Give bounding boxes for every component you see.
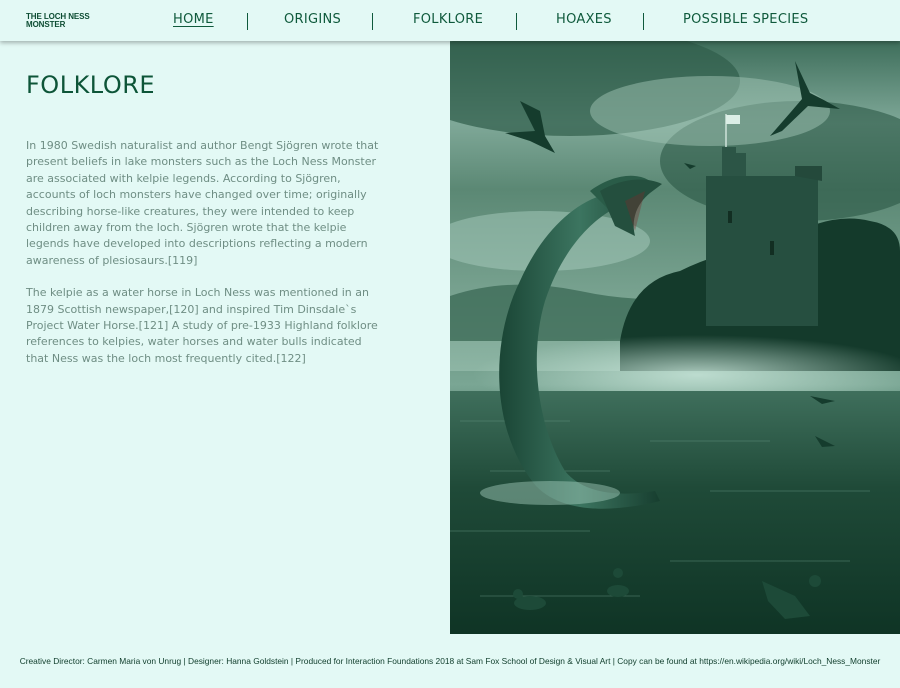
nav-folklore[interactable]: FOLKLORE [413,12,483,27]
loch-ness-illustration [450,41,900,634]
page-title: FOLKLORE [26,71,156,99]
site-header: THE LOCH NESS MONSTER HOME ORIGINS FOLKL… [0,0,900,41]
hero-image [450,41,900,634]
article-paragraph-1: In 1980 Swedish naturalist and author Be… [26,139,379,267]
nav-origins[interactable]: ORIGINS [284,12,341,27]
site-footer: Creative Director: Carmen Maria von Unru… [19,656,881,666]
nav-hoaxes[interactable]: HOAXES [556,12,612,27]
main-nav: HOME ORIGINS FOLKLORE HOAXES POSSIBLE SP… [150,0,850,41]
article-paragraph-2: The kelpie as a water horse in Loch Ness… [26,286,378,365]
logo-line-2: MONSTER [26,20,66,29]
nav-home[interactable]: HOME [173,12,214,27]
nav-divider [372,13,373,30]
nav-divider [247,13,248,30]
site-logo[interactable]: THE LOCH NESS MONSTER [26,13,90,29]
nav-divider [516,13,517,30]
nav-possible-species[interactable]: POSSIBLE SPECIES [683,12,808,27]
nav-divider [643,13,644,30]
article-content: In 1980 Swedish naturalist and author Be… [26,138,386,383]
